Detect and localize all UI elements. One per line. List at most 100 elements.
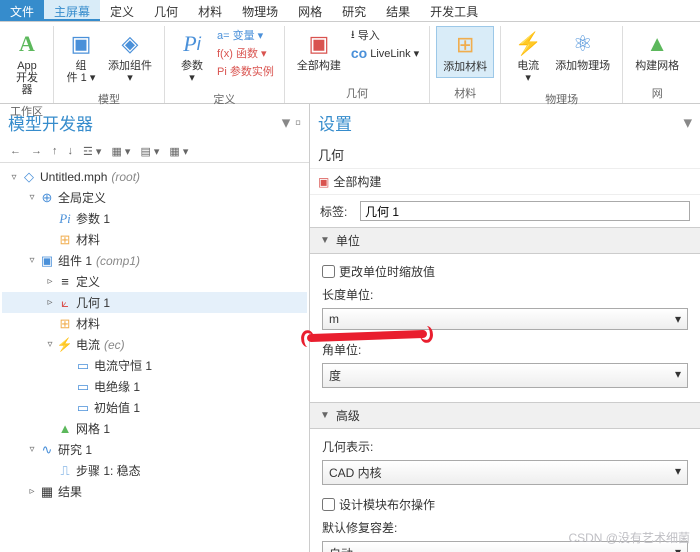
tree-node-icon: ▦: [38, 484, 56, 500]
tree-row[interactable]: ▹≡定义: [2, 271, 307, 292]
livelink-button[interactable]: co LiveLink ▾: [347, 44, 423, 62]
tree-row[interactable]: ▿∿研究 1: [2, 439, 307, 460]
model-tree[interactable]: ▿◇Untitled.mph(root)▿⊕全局定义Pi参数 1⊞材料▿▣组件 …: [0, 163, 309, 552]
param-case-button[interactable]: Pi 参数实例: [213, 62, 278, 80]
tree-row[interactable]: ▭电流守恒 1: [2, 355, 307, 376]
tree-node-hint: (root): [111, 170, 140, 184]
tree-node-label: 组件 1: [58, 252, 92, 269]
livelink-icon: co: [351, 45, 367, 61]
tree-row[interactable]: ▿◇Untitled.mph(root): [2, 167, 307, 187]
angle-unit-select[interactable]: 度▾: [322, 363, 688, 388]
app-builder-button[interactable]: A App开发器: [6, 26, 48, 100]
length-unit-label: 长度单位:: [322, 283, 688, 306]
current-button[interactable]: ⚡ 电流▾: [507, 26, 549, 88]
settings-title-bar: 设置 ▾: [310, 104, 700, 141]
menu-results[interactable]: 结果: [376, 0, 420, 21]
tree-node-icon: ⚡: [56, 337, 74, 353]
tree-node-label: 电绝缘 1: [94, 378, 140, 395]
tree-toggle-icon[interactable]: ▿: [26, 255, 38, 266]
tree-row[interactable]: ▲网格 1: [2, 418, 307, 439]
toolbar-button[interactable]: ↑: [48, 143, 62, 160]
tree-node-label: 网格 1: [76, 420, 110, 437]
add-physics-button[interactable]: ⚛ 添加物理场: [549, 26, 616, 76]
functions-button[interactable]: f(x) 函数 ▾: [213, 44, 278, 62]
menu-def[interactable]: 定义: [100, 0, 144, 21]
menu-study[interactable]: 研究: [332, 0, 376, 21]
section-units-body: 更改单位时缩放值 长度单位: m▾ 角单位: 度▾: [310, 254, 700, 402]
menu-file[interactable]: 文件: [0, 0, 44, 21]
import-button[interactable]: ⭳ 导入: [347, 26, 423, 44]
parameters-button[interactable]: Pi 参数▾: [171, 26, 213, 88]
tree-toggle-icon[interactable]: ▹: [44, 276, 56, 287]
menu-phys[interactable]: 物理场: [232, 0, 288, 21]
build-all-button[interactable]: ▣ 全部构建: [291, 26, 347, 76]
menu-geom[interactable]: 几何: [144, 0, 188, 21]
scale-on-change-checkbox[interactable]: [322, 265, 335, 278]
toolbar-button[interactable]: ↓: [64, 143, 78, 160]
tree-node-label: 结果: [58, 483, 82, 500]
panel-min-icon[interactable]: ▾: [683, 113, 692, 133]
tree-toggle-icon[interactable]: ▿: [44, 339, 56, 350]
variables-button[interactable]: a= 变量 ▾: [213, 26, 278, 44]
chevron-down-icon: ▾: [675, 312, 681, 326]
tree-row[interactable]: Pi参数 1: [2, 208, 307, 229]
tree-node-hint: (comp1): [96, 254, 140, 268]
toolbar-button[interactable]: ←: [6, 143, 25, 160]
var-icon: a= 变量 ▾: [217, 27, 263, 43]
length-unit-select[interactable]: m▾: [322, 308, 688, 330]
section-advanced-header[interactable]: ▼ 高级: [310, 402, 700, 429]
app-builder-icon: A: [13, 30, 41, 58]
menu-mesh[interactable]: 网格: [288, 0, 332, 21]
toolbar-button[interactable]: ☲ ▾: [79, 143, 105, 160]
tree-node-icon: ⟀: [56, 295, 74, 311]
label-field-row: 标签:: [310, 195, 700, 227]
section-units-header[interactable]: ▼ 单位: [310, 227, 700, 254]
tree-row[interactable]: ▿⊕全局定义: [2, 187, 307, 208]
add-material-button[interactable]: ⊞ 添加材料: [436, 26, 494, 78]
design-bool-checkbox[interactable]: [322, 498, 335, 511]
build-mesh-button[interactable]: ▲ 构建网格: [629, 26, 685, 76]
mesh-icon: ▲: [643, 30, 671, 58]
default-repair-tol-select[interactable]: 自动▾: [322, 541, 688, 552]
tree-toggle-icon[interactable]: ▿: [26, 444, 38, 455]
tree-row[interactable]: ▹⟀几何 1: [2, 292, 307, 313]
tree-row[interactable]: ⊞材料: [2, 313, 307, 334]
tree-toggle-icon[interactable]: ▹: [26, 486, 38, 497]
label-input[interactable]: [360, 201, 690, 221]
label-field-label: 标签:: [320, 203, 354, 220]
tree-row[interactable]: ▭电绝缘 1: [2, 376, 307, 397]
import-icon: ⭳: [351, 26, 355, 45]
tree-row[interactable]: ▿⚡电流(ec): [2, 334, 307, 355]
pi-icon: Pi: [178, 30, 206, 58]
add-component-button[interactable]: ◈ 添加组件▾: [102, 26, 158, 88]
toolbar-button[interactable]: ▦ ▾: [107, 143, 134, 160]
geom-repr-select[interactable]: CAD 内核▾: [322, 460, 688, 485]
chevron-down-icon: ▾: [675, 367, 681, 384]
component-button[interactable]: ▣ 组件 1 ▾: [60, 26, 102, 88]
material-icon: ⊞: [451, 31, 479, 59]
settings-title: 设置: [318, 110, 352, 135]
menu-mat[interactable]: 材料: [188, 0, 232, 21]
tree-row[interactable]: ▭初始值 1: [2, 397, 307, 418]
tree-row[interactable]: ⎍步骤 1: 稳态: [2, 460, 307, 481]
toolbar-button[interactable]: ▦ ▾: [165, 143, 192, 160]
menu-dev[interactable]: 开发工具: [420, 0, 488, 21]
menu-home[interactable]: 主屏幕: [44, 0, 100, 21]
tree-toggle-icon[interactable]: ▹: [44, 297, 56, 308]
tree-node-icon: ▲: [56, 421, 74, 436]
tree-row[interactable]: ⊞材料: [2, 229, 307, 250]
tree-row[interactable]: ▿▣组件 1(comp1): [2, 250, 307, 271]
panel-min-icon[interactable]: ▾ ▫: [282, 113, 301, 133]
tree-node-label: 初始值 1: [94, 399, 140, 416]
model-builder-panel: 模型开发器 ▾ ▫ ←→↑↓☲ ▾▦ ▾▤ ▾▦ ▾ ▿◇Untitled.mp…: [0, 104, 310, 552]
settings-panel: 设置 ▾ 几何 ▣ 全部构建 标签: ▼ 单位 更改单位时缩放值 长度单位:: [310, 104, 700, 552]
tree-toggle-icon[interactable]: ▿: [26, 192, 38, 203]
tree-toggle-icon[interactable]: ▿: [8, 172, 20, 183]
build-all-action[interactable]: ▣ 全部构建: [318, 173, 381, 190]
toolbar-button[interactable]: ▤ ▾: [136, 143, 163, 160]
chevron-down-icon: ▾: [675, 464, 681, 481]
settings-actions: ▣ 全部构建: [310, 169, 700, 195]
toolbar-button[interactable]: →: [27, 143, 46, 160]
tree-node-icon: ⊞: [56, 316, 74, 332]
tree-row[interactable]: ▹▦结果: [2, 481, 307, 502]
